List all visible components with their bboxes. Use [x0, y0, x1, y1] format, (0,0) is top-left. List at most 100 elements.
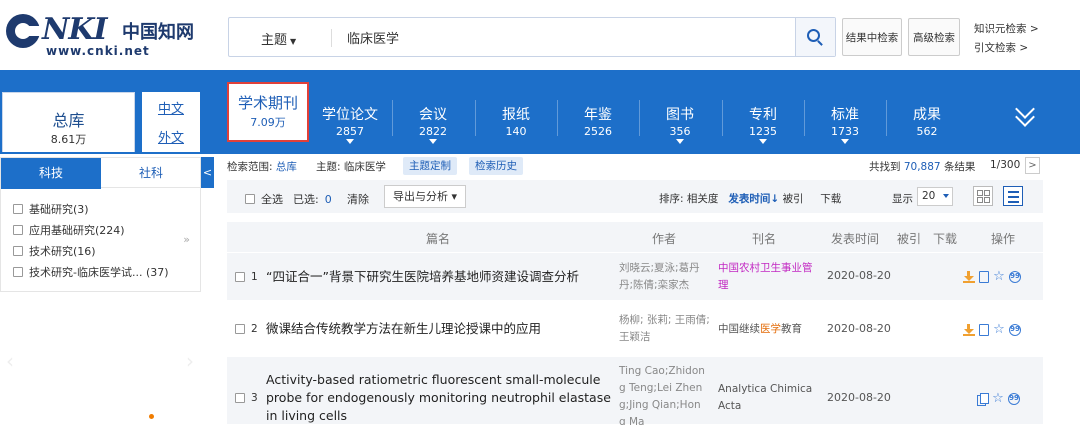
tab-newspapers[interactable]: 报纸 140: [475, 82, 557, 142]
download-icon[interactable]: [963, 271, 975, 283]
html-read-icon[interactable]: [979, 324, 989, 336]
cnki-logo[interactable]: NKI 中国知网 www.cnki.net: [6, 12, 206, 58]
grid-view-icon[interactable]: [973, 186, 993, 206]
tab-achievements[interactable]: 成果 562: [886, 82, 968, 142]
export-analyze-dropdown[interactable]: 导出与分析 ▾: [384, 185, 466, 208]
filter-item[interactable]: 应用基础研究(224): [1, 219, 200, 240]
logo-word: NKI: [42, 12, 108, 47]
carousel-dot[interactable]: [149, 414, 154, 419]
favorite-star-icon[interactable]: ☆: [993, 323, 1005, 336]
row-checkbox[interactable]: [235, 393, 245, 403]
article-date: 2020-08-20: [827, 269, 891, 282]
sort-relevance[interactable]: 相关度: [687, 193, 719, 205]
chevron-down-icon: [676, 139, 684, 144]
col-author: 作者: [652, 232, 677, 246]
scope-label: 检索范围: 总库: [227, 161, 297, 173]
row-checkbox[interactable]: [235, 272, 245, 282]
col-ops: 操作: [991, 232, 1016, 246]
search-button[interactable]: [795, 18, 835, 56]
cite-icon[interactable]: 99: [1008, 393, 1020, 405]
copy-icon[interactable]: [977, 393, 989, 406]
cite-icon[interactable]: 99: [1009, 324, 1021, 336]
next-page-button[interactable]: >: [1025, 157, 1040, 174]
favorite-star-icon[interactable]: ☆: [992, 392, 1004, 405]
article-authors[interactable]: 刘晓云;夏泳;葛丹丹;陈倩;栾家杰: [619, 260, 711, 294]
col-journal: 刊名: [752, 232, 777, 246]
table-row: 2 微课结合传统教学方法在新生儿理论授课中的应用 杨柳; 张莉; 王雨倩; 王颖…: [227, 302, 1043, 356]
col-downloads[interactable]: 下载: [933, 230, 957, 247]
filter-item[interactable]: 技术研究(16): [1, 240, 200, 261]
search-scope-row: 检索范围: 总库 主题: 临床医学 主题定制 检索历史 共找到 70,887 条…: [227, 157, 1047, 175]
database-navbar: 总库 8.61万 中文 外文 学术期刊 7.09万 学位论文 2857 会议 2…: [0, 70, 1080, 154]
chevron-down-icon: [759, 139, 767, 144]
favorite-star-icon[interactable]: ☆: [993, 270, 1005, 283]
sort-cited[interactable]: 被引: [783, 193, 804, 205]
row-select[interactable]: 3: [235, 392, 258, 404]
carousel-next-icon[interactable]: ›: [186, 349, 196, 373]
article-authors[interactable]: Ting Cao;Zhidong Teng;Lei Zheng;Jing Qia…: [619, 363, 705, 425]
sort-download[interactable]: 下载: [820, 193, 841, 205]
search-type-select[interactable]: 主题 ▼: [261, 29, 296, 48]
tab-standards[interactable]: 标准 1733: [804, 82, 886, 144]
checkbox[interactable]: [13, 224, 23, 235]
chevron-down-icon: [346, 139, 354, 144]
tab-books[interactable]: 图书 356: [639, 82, 721, 144]
advanced-search-button[interactable]: 高级检索: [908, 18, 960, 56]
selected-count: 已选: 0: [293, 193, 332, 206]
row-select[interactable]: 2: [235, 323, 258, 335]
page-size-select[interactable]: 20: [917, 187, 953, 206]
sort-date[interactable]: 发表时间↓: [728, 193, 779, 205]
table-row: 1 “四证合一”背景下研究生医院培养基地师资建设调查分析 刘晓云;夏泳;葛丹丹;…: [227, 253, 1043, 301]
download-icon[interactable]: [963, 324, 975, 336]
article-title-link[interactable]: 微课结合传统教学方法在新生儿理论授课中的应用: [266, 320, 541, 338]
table-header: 篇名 作者 刊名 发表时间 被引 下载 操作: [227, 222, 1043, 252]
expand-filter-icon[interactable]: »: [183, 233, 190, 246]
list-view-icon[interactable]: [1003, 186, 1023, 206]
filter-item[interactable]: 基础研究(3): [1, 198, 200, 219]
sort-options: 排序: 相关度 发表时间↓ 被引 下载: [659, 193, 842, 205]
lang-foreign-link[interactable]: 外文: [142, 127, 200, 146]
tab-journals[interactable]: 学术期刊 7.09万: [227, 82, 309, 142]
filter-panel: 科技 社科 < 基础研究(3) 应用基础研究(224) 技术研究(16) 技术研…: [0, 154, 214, 425]
col-cited[interactable]: 被引: [897, 230, 921, 247]
tab-patents[interactable]: 专利 1235: [722, 82, 804, 144]
library-count: 8.61万: [50, 133, 87, 146]
select-all[interactable]: 全选: [245, 191, 283, 207]
search-box: 主题 ▼: [228, 17, 836, 57]
cite-icon[interactable]: 99: [1009, 271, 1021, 283]
article-journal[interactable]: 中国农村卫生事业管理: [718, 260, 818, 294]
tab-conferences[interactable]: 会议 2822: [392, 82, 474, 144]
html-read-icon[interactable]: [979, 271, 989, 283]
logo-mark: [6, 14, 42, 48]
checkbox[interactable]: [13, 245, 23, 256]
search-in-results-button[interactable]: 结果中检索: [842, 18, 902, 56]
tab-social-science[interactable]: 社科: [101, 158, 201, 189]
tab-yearbooks[interactable]: 年鉴 2526: [557, 82, 639, 142]
checkbox[interactable]: [13, 203, 23, 214]
chevron-down-icon: [943, 194, 949, 198]
carousel-prev-icon[interactable]: ‹: [6, 349, 16, 373]
citation-search-link[interactable]: 引文检索 >: [974, 39, 1039, 58]
article-title-link[interactable]: “四证合一”背景下研究生医院培养基地师资建设调查分析: [266, 268, 579, 286]
topic-customize-button[interactable]: 主题定制: [403, 157, 457, 175]
row-checkbox[interactable]: [235, 324, 245, 334]
row-select[interactable]: 1: [235, 271, 258, 283]
checkbox[interactable]: [13, 266, 23, 277]
collapse-panel-button[interactable]: <: [201, 157, 214, 188]
search-input[interactable]: [347, 26, 787, 48]
select-all-checkbox[interactable]: [245, 194, 255, 204]
article-journal[interactable]: Analytica Chimica Acta: [718, 381, 814, 415]
article-journal[interactable]: 中国继续医学教育: [718, 321, 818, 338]
library-total-tab[interactable]: 总库 8.61万: [2, 92, 135, 152]
lang-chinese-link[interactable]: 中文: [142, 98, 200, 117]
article-authors[interactable]: 杨柳; 张莉; 王雨倩; 王颖洁: [619, 312, 711, 346]
expand-more-icon[interactable]: [1015, 106, 1035, 126]
knowledge-search-link[interactable]: 知识元检索 >: [974, 20, 1039, 39]
search-history-button[interactable]: 检索历史: [469, 157, 523, 175]
tab-science[interactable]: 科技: [1, 158, 101, 189]
row-ops: ☆ 99: [963, 270, 1021, 283]
clear-selection-button[interactable]: 清除: [347, 191, 369, 207]
tab-theses[interactable]: 学位论文 2857: [309, 82, 391, 144]
filter-item[interactable]: 技术研究-临床医学试... (37): [1, 261, 200, 282]
article-title-link[interactable]: Activity-based ratiometric fluorescent s…: [266, 371, 611, 425]
